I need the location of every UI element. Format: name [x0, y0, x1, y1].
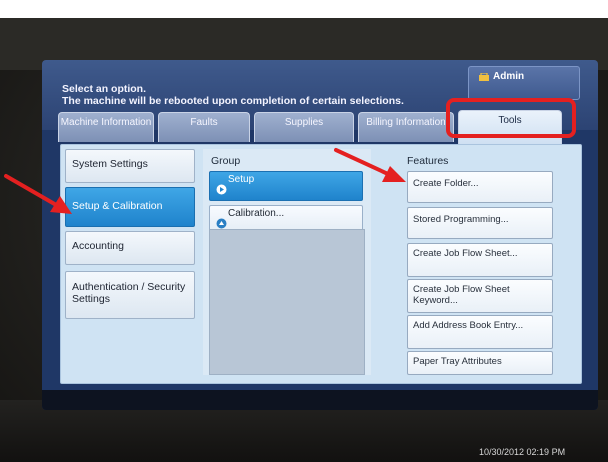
group-item-calibration-label: Calibration... [228, 208, 285, 219]
admin-label: Admin [493, 71, 525, 82]
tab-machine-information[interactable]: Machine Information [58, 112, 154, 142]
settings-menu: System Settings Setup & Calibration Acco… [65, 149, 197, 375]
group-item-setup[interactable]: Setup [209, 171, 363, 201]
group-column: Group Setup Calibration... [203, 149, 371, 375]
instruction-message: Select an option. The machine will be re… [62, 83, 404, 107]
tab-supplies[interactable]: Supplies [254, 112, 354, 142]
status-timestamp: 10/30/2012 02:19 PM [479, 447, 566, 457]
tools-tab-highlight-box [446, 98, 576, 138]
menu-item-accounting[interactable]: Accounting [65, 231, 195, 265]
message-line-2: The machine will be rebooted upon comple… [62, 95, 404, 107]
tools-panel: System Settings Setup & Calibration Acco… [60, 144, 582, 384]
menu-item-setup-calibration[interactable]: Setup & Calibration [65, 187, 195, 227]
feature-create-folder[interactable]: Create Folder... [407, 171, 553, 203]
group-heading: Group [211, 155, 241, 167]
features-column: Features Create Folder... Stored Program… [407, 149, 577, 375]
feature-stored-programming[interactable]: Stored Programming... [407, 207, 553, 239]
tab-billing-information[interactable]: Billing Information [358, 112, 454, 142]
message-line-1: Select an option. [62, 83, 147, 95]
menu-item-system-settings[interactable]: System Settings [65, 149, 195, 183]
tab-faults[interactable]: Faults [158, 112, 250, 142]
feature-paper-tray-attributes[interactable]: Paper Tray Attributes [407, 351, 553, 375]
group-empty-area [209, 229, 365, 375]
arrow-right-circle-icon [216, 184, 227, 195]
feature-create-job-flow-sheet[interactable]: Create Job Flow Sheet... [407, 243, 553, 277]
screen-bottom-bar [42, 390, 598, 410]
feature-create-job-flow-sheet-keyword[interactable]: Create Job Flow Sheet Keyword... [407, 279, 553, 313]
menu-item-authentication-security[interactable]: Authentication / Security Settings [65, 271, 195, 319]
group-item-setup-label: Setup [228, 174, 255, 185]
admin-button[interactable]: Admin [468, 66, 580, 100]
feature-add-address-book-entry[interactable]: Add Address Book Entry... [407, 315, 553, 349]
lock-icon [479, 73, 489, 81]
features-heading: Features [407, 155, 449, 167]
arrow-up-circle-icon [216, 218, 227, 229]
